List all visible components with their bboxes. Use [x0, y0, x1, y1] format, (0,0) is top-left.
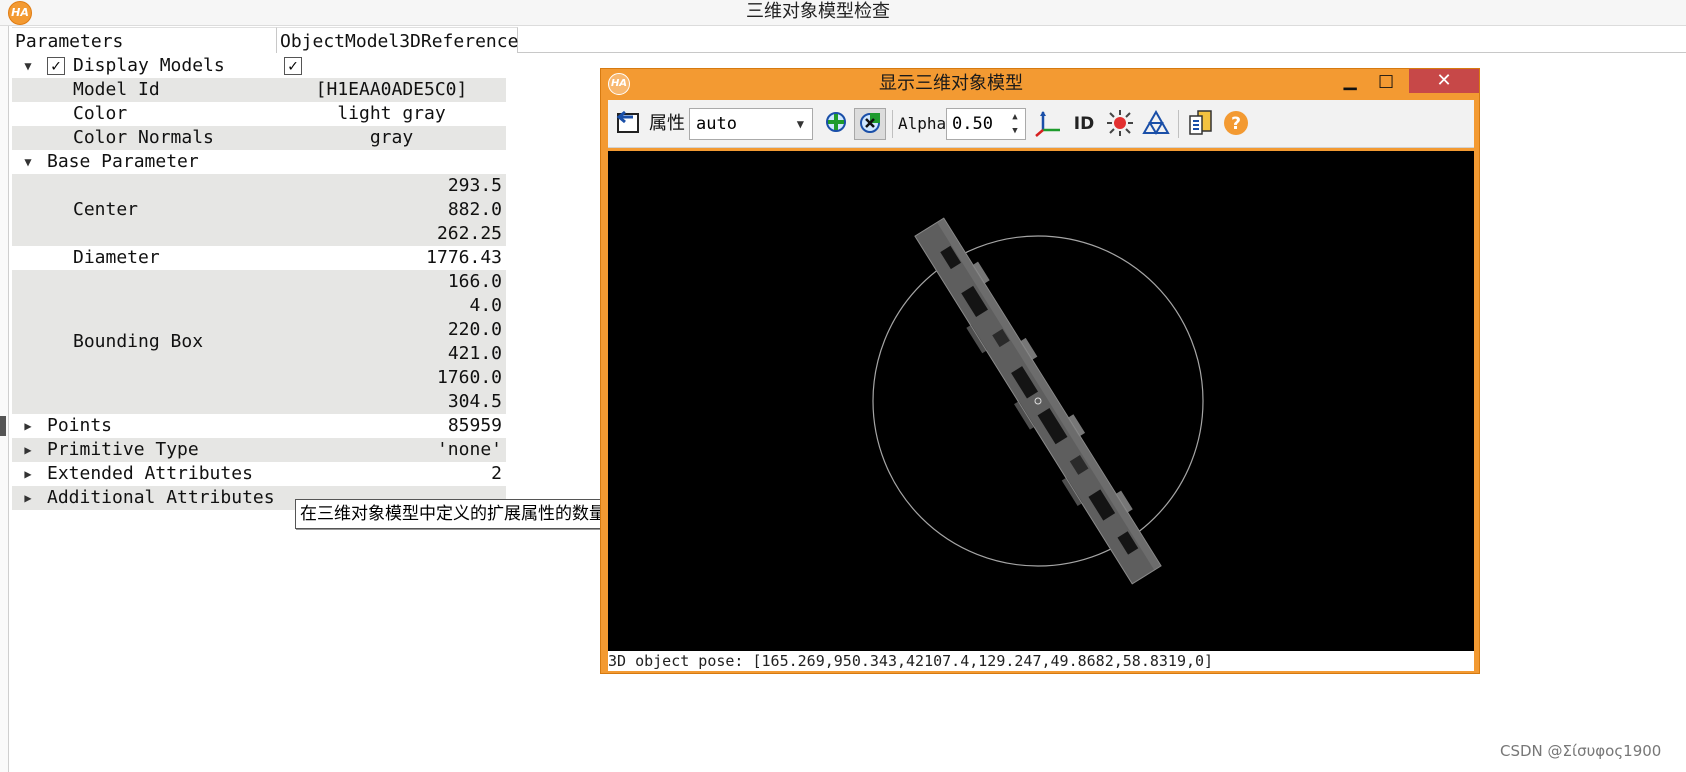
color-normals-value: gray: [369, 127, 414, 148]
export-icon[interactable]: [1184, 108, 1216, 140]
alpha-label: Alpha: [898, 114, 947, 133]
model-viewer-toolbar: 属性 auto ▼ Alpha 0.50 ▲ ▼ ID ?: [608, 100, 1474, 148]
tree-row-color[interactable]: Color light gray: [12, 102, 506, 126]
base-parameter-label: Base Parameter: [47, 151, 199, 172]
bounding-box-value-6: 304.5: [447, 391, 502, 412]
expand-arrow-right-icon[interactable]: ▶: [21, 438, 35, 462]
expand-arrow-right-icon[interactable]: ▶: [21, 486, 35, 510]
primitive-type-label: Primitive Type: [47, 439, 199, 460]
table-header: Parameters ObjectModel3DReference: [12, 27, 1686, 53]
pose-status-bar: 3D object pose: [165.269,950.343,42107.4…: [608, 651, 1474, 671]
main-title-bar: HA 三维对象模型检查: [0, 0, 1686, 26]
axes-icon[interactable]: [1032, 108, 1064, 140]
header-parameters[interactable]: Parameters: [12, 27, 277, 53]
model-id-value: [H1EAA0ADE5C0]: [315, 79, 468, 100]
display-models-label: Display Models: [73, 55, 225, 76]
toolbar-separator: [892, 110, 893, 138]
tree-row-base-parameter[interactable]: ▼ Base Parameter: [12, 150, 506, 174]
points-value: 85959: [447, 415, 502, 436]
main-window-title-text: 三维对象模型检查: [746, 1, 890, 22]
diameter-label: Diameter: [73, 247, 160, 268]
minimize-button[interactable]: ▁: [1333, 69, 1367, 93]
diameter-value: 1776.43: [426, 247, 502, 268]
center-value-y: 882.0: [447, 199, 502, 220]
model-viewer-window: HA 显示三维对象模型 ▁ □ ✕ 属性 auto ▼ Alpha 0.50 ▲…: [600, 68, 1480, 674]
mesh-icon[interactable]: [1140, 108, 1172, 140]
watermark: CSDN @Σίσυφος1900: [1500, 742, 1662, 760]
object-model-shape: [914, 217, 1162, 585]
center-label: Center: [73, 199, 139, 220]
tree-row-extended-attributes[interactable]: ▶ Extended Attributes 2: [12, 462, 506, 486]
bounding-box-value-5: 1760.0: [436, 367, 502, 388]
expand-arrow-down-icon[interactable]: ▼: [21, 150, 35, 174]
points-label: Points: [47, 415, 113, 436]
alpha-value: 0.50: [952, 114, 993, 134]
bounding-box-label: Bounding Box: [73, 331, 204, 352]
tree-row-bounding-box[interactable]: Bounding Box 166.0 4.0 220.0 421.0 1760.…: [12, 270, 506, 414]
left-dock-edge: [0, 26, 9, 772]
properties-select-value: auto: [696, 114, 737, 134]
tree-row-points[interactable]: ▶ Points 85959: [12, 414, 506, 438]
main-window-title: 三维对象模型检查: [0, 0, 1686, 24]
spin-up-icon[interactable]: ▲: [1007, 110, 1023, 124]
color-label: Color: [73, 103, 128, 124]
additional-attributes-label: Additional Attributes: [47, 487, 275, 508]
tooltip-extended-attributes: 在三维对象模型中定义的扩展属性的数量: [295, 499, 626, 529]
3d-model-render: [872, 217, 1204, 585]
extended-attributes-value: 2: [491, 463, 502, 484]
id-icon[interactable]: ID: [1068, 108, 1100, 140]
color-value: light gray: [337, 103, 446, 124]
spin-down-icon[interactable]: ▼: [1007, 124, 1023, 138]
primitive-type-value: 'none': [436, 439, 502, 460]
expand-arrow-down-icon[interactable]: ▼: [21, 54, 35, 78]
properties-select[interactable]: auto ▼: [689, 108, 813, 140]
color-normals-label: Color Normals: [73, 127, 214, 148]
help-icon[interactable]: ?: [1220, 108, 1252, 140]
center-value-z: 262.25: [436, 223, 502, 244]
expand-arrow-right-icon[interactable]: ▶: [21, 414, 35, 438]
tree-row-color-normals[interactable]: Color Normals gray: [12, 126, 506, 150]
header-object-model-reference[interactable]: ObjectModel3DReference: [277, 27, 518, 53]
screen: HA 三维对象模型检查 Parameters ObjectModel3DRefe…: [0, 0, 1686, 772]
bounding-box-value-3: 220.0: [447, 319, 502, 340]
bounding-box-value-4: 421.0: [447, 343, 502, 364]
svg-text:?: ?: [1231, 114, 1241, 134]
left-edge-marker: [0, 416, 6, 436]
close-button[interactable]: ✕: [1409, 69, 1479, 93]
bounding-box-value-2: 4.0: [469, 295, 502, 316]
tree-row-primitive-type[interactable]: ▶ Primitive Type 'none': [12, 438, 506, 462]
light-icon[interactable]: [1104, 108, 1136, 140]
model-id-label: Model Id: [73, 79, 160, 100]
properties-label: 属性: [649, 113, 685, 134]
select-model-icon[interactable]: [854, 108, 886, 140]
expand-arrow-right-icon[interactable]: ▶: [21, 462, 35, 486]
model-viewer-title: 显示三维对象模型: [879, 73, 1023, 94]
display-models-checkbox[interactable]: ✓: [47, 57, 65, 75]
center-value-x: 293.5: [447, 175, 502, 196]
bounding-box-value-1: 166.0: [447, 271, 502, 292]
toolbar-separator: [1178, 110, 1179, 138]
tree-row-diameter[interactable]: Diameter 1776.43: [12, 246, 506, 270]
3d-viewport[interactable]: [608, 151, 1474, 651]
tree-row-display-models[interactable]: ▼ ✓ Display Models ✓: [12, 54, 506, 78]
reset-view-icon[interactable]: [614, 108, 646, 140]
tree-row-model-id[interactable]: Model Id [H1EAA0ADE5C0]: [12, 78, 506, 102]
display-models-value-checkbox[interactable]: ✓: [284, 57, 302, 75]
alpha-spinbox[interactable]: 0.50 ▲ ▼: [946, 108, 1026, 140]
tree-row-center[interactable]: Center 293.5 882.0 262.25: [12, 174, 506, 246]
add-model-icon[interactable]: [820, 108, 852, 140]
maximize-button[interactable]: □: [1369, 69, 1403, 93]
extended-attributes-label: Extended Attributes: [47, 463, 253, 484]
model-viewer-title-bar[interactable]: HA 显示三维对象模型 ▁ □ ✕: [601, 69, 1479, 99]
dropdown-arrow-icon[interactable]: ▼: [797, 109, 804, 139]
